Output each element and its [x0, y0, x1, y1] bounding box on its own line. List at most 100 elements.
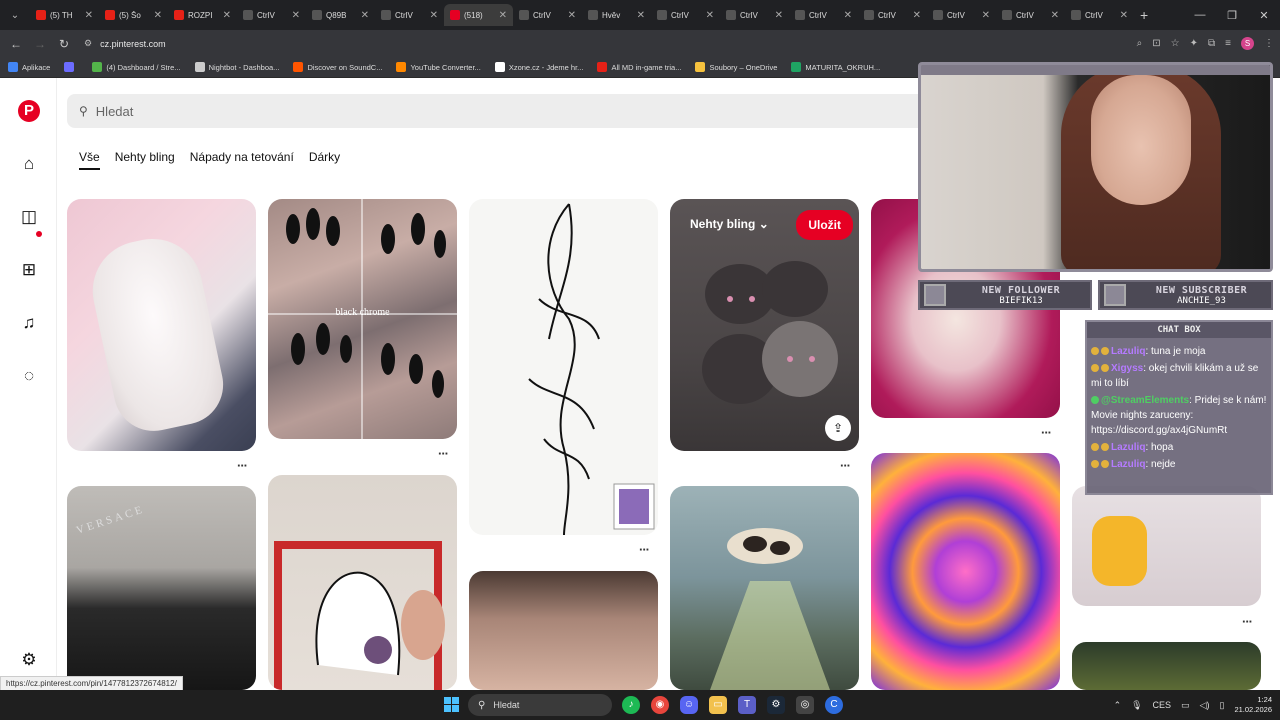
- browser-tab[interactable]: (5) Šo ✕: [99, 4, 168, 26]
- tab-close-icon[interactable]: ✕: [223, 10, 231, 21]
- chip-nails[interactable]: Nehty bling: [115, 150, 175, 170]
- tab-close-icon[interactable]: ✕: [568, 10, 576, 21]
- pin-cow-ufo[interactable]: [670, 486, 859, 690]
- browser-tab[interactable]: (5) TH ✕: [30, 4, 99, 26]
- puzzle-icon[interactable]: ⧉: [1208, 38, 1215, 49]
- volume-icon[interactable]: ◁): [1200, 700, 1210, 711]
- spotify-icon[interactable]: ♪: [622, 696, 640, 714]
- new-tab-button[interactable]: +: [1140, 7, 1148, 23]
- pinterest-search-bar[interactable]: ⚲ Hledat: [67, 94, 927, 128]
- tab-close-icon[interactable]: ✕: [913, 10, 921, 21]
- bookmark-item[interactable]: [64, 62, 78, 72]
- save-pin-button[interactable]: Uložit: [796, 210, 853, 240]
- tab-close-icon[interactable]: ✕: [85, 10, 93, 21]
- pin-more-button[interactable]: ···: [237, 458, 248, 473]
- file-explorer-icon[interactable]: ▭: [709, 696, 727, 714]
- back-button[interactable]: ←: [4, 37, 28, 51]
- pin-crochet-bats[interactable]: Nehty bling ⌄ Uložit ⇪: [670, 199, 859, 451]
- board-select-button[interactable]: Nehty bling ⌄: [690, 217, 769, 231]
- browser-tab[interactable]: CtrlV ✕: [858, 4, 927, 26]
- pin-cat-fist-meme[interactable]: [1072, 486, 1261, 606]
- browser-tab[interactable]: Q89B ✕: [306, 4, 375, 26]
- pin-versace-boots[interactable]: VERSACE: [67, 486, 256, 690]
- install-app-icon[interactable]: ⊡: [1152, 38, 1160, 49]
- minimize-button[interactable]: —: [1184, 9, 1216, 21]
- pinterest-logo-icon[interactable]: P: [18, 100, 40, 122]
- bookmark-item[interactable]: YouTube Converter...: [396, 62, 481, 72]
- bookmark-item[interactable]: Aplikace: [8, 62, 50, 72]
- forward-button[interactable]: →: [28, 37, 52, 51]
- taskbar-search[interactable]: ⚲ Hledat: [468, 694, 612, 716]
- pin-more-button[interactable]: ···: [840, 458, 851, 473]
- bookmark-item[interactable]: Soubory – OneDrive: [695, 62, 777, 72]
- pin-plant[interactable]: [1072, 642, 1261, 690]
- maximize-button[interactable]: ❐: [1216, 9, 1248, 22]
- browser-tab[interactable]: CtrlV ✕: [375, 4, 444, 26]
- tab-close-icon[interactable]: ✕: [361, 10, 369, 21]
- media-icon[interactable]: ≡: [1225, 38, 1231, 49]
- chip-gifts[interactable]: Dárky: [309, 150, 340, 170]
- pin-black-chrome-nails[interactable]: black chrome: [268, 199, 457, 439]
- pin-more-button[interactable]: ···: [438, 446, 449, 461]
- tab-close-icon[interactable]: ✕: [1051, 10, 1059, 21]
- app-icon[interactable]: C: [825, 696, 843, 714]
- bookmark-item[interactable]: MATURITA_OKRUH...: [791, 62, 880, 72]
- browser-tab[interactable]: ROZPI ✕: [168, 4, 237, 26]
- tab-close-icon[interactable]: ✕: [430, 10, 438, 21]
- obs-icon[interactable]: ◎: [796, 696, 814, 714]
- pin-more-button[interactable]: ···: [1041, 425, 1052, 440]
- steam-icon[interactable]: ⚙: [767, 696, 785, 714]
- share-icon[interactable]: ⇪: [825, 415, 851, 441]
- teams-icon[interactable]: T: [738, 696, 756, 714]
- browser-tab[interactable]: CtrlV ✕: [513, 4, 582, 26]
- language-indicator[interactable]: CES: [1153, 700, 1172, 710]
- bookmark-item[interactable]: All MD in-game tria...: [597, 62, 681, 72]
- browser-tab[interactable]: CtrlV ✕: [237, 4, 306, 26]
- notifications-icon[interactable]: ♫: [18, 312, 40, 334]
- tab-close-icon[interactable]: ✕: [844, 10, 852, 21]
- pin-kitten[interactable]: [67, 199, 256, 451]
- discord-icon[interactable]: ☺: [680, 696, 698, 714]
- tab-search-icon[interactable]: ⌄: [0, 10, 30, 21]
- reload-button[interactable]: ↻: [52, 37, 76, 51]
- browser-tab[interactable]: CtrlV ✕: [720, 4, 789, 26]
- messages-icon[interactable]: ◌: [18, 365, 40, 387]
- tab-close-icon[interactable]: ✕: [292, 10, 300, 21]
- browser-tab[interactable]: CtrlV ✕: [1065, 4, 1134, 26]
- pin-ear-piercing[interactable]: [469, 571, 658, 690]
- tab-close-icon[interactable]: ✕: [775, 10, 783, 21]
- pin-more-button[interactable]: ···: [1242, 614, 1253, 629]
- chip-tattoo[interactable]: Nápady na tetování: [190, 150, 294, 170]
- chip-all[interactable]: Vše: [79, 150, 100, 170]
- zoom-icon[interactable]: ⌕: [1137, 38, 1143, 49]
- create-icon[interactable]: ⊞: [18, 259, 40, 281]
- pin-ghost-drawing[interactable]: [268, 475, 457, 690]
- browser-tab[interactable]: CtrlV ✕: [996, 4, 1065, 26]
- chrome-icon[interactable]: ◉: [651, 696, 669, 714]
- windows-start-icon[interactable]: [444, 697, 459, 712]
- url-field[interactable]: ⚙ cz.pinterest.com: [84, 38, 166, 49]
- microphone-icon[interactable]: 🎙: [1131, 700, 1142, 711]
- tab-close-icon[interactable]: ✕: [982, 10, 990, 21]
- bookmark-item[interactable]: Xzone.cz - Jdeme hr...: [494, 62, 583, 72]
- pin-more-button[interactable]: ···: [639, 542, 650, 557]
- browser-tab[interactable]: CtrlV ✕: [927, 4, 996, 26]
- tab-close-icon[interactable]: ✕: [637, 10, 645, 21]
- extension-icon[interactable]: ✦: [1190, 38, 1198, 49]
- bookmark-item[interactable]: Discover on SoundC...: [293, 62, 382, 72]
- tab-close-icon[interactable]: ✕: [499, 10, 507, 21]
- tab-close-icon[interactable]: ✕: [1120, 10, 1128, 21]
- site-info-icon[interactable]: ⚙: [84, 38, 92, 49]
- explore-icon[interactable]: ◫: [18, 206, 40, 228]
- browser-tab[interactable]: Hvěv ✕: [582, 4, 651, 26]
- bookmark-item[interactable]: (4) Dashboard / Stre...: [92, 62, 181, 72]
- clock[interactable]: 1:24 21.02.2026: [1234, 695, 1272, 715]
- tray-expand-icon[interactable]: ⌃: [1114, 700, 1122, 711]
- network-icon[interactable]: ▭: [1181, 700, 1190, 711]
- battery-icon[interactable]: ▯: [1220, 700, 1225, 711]
- tab-close-icon[interactable]: ✕: [706, 10, 714, 21]
- home-icon[interactable]: ⌂: [18, 153, 40, 175]
- settings-icon[interactable]: ⚙: [18, 649, 40, 671]
- bookmark-star-icon[interactable]: ☆: [1171, 38, 1180, 49]
- pin-tattoo-design[interactable]: [469, 199, 658, 535]
